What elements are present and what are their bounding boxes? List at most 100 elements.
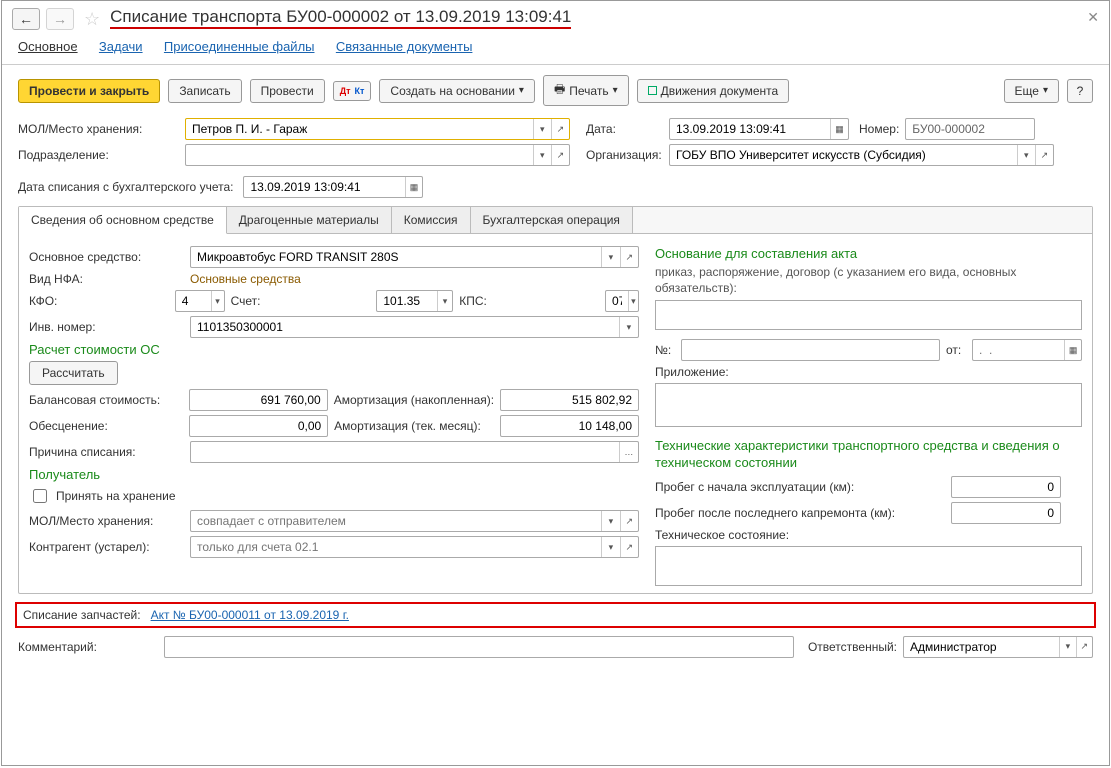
printer-icon: 🖶: [554, 80, 565, 101]
open-icon[interactable]: ↗: [1035, 145, 1053, 165]
dropdown-icon[interactable]: ▾: [619, 317, 638, 337]
nav-links-docs[interactable]: Связанные документы: [336, 39, 473, 54]
cost-calc-header: Расчет стоимости ОС: [29, 342, 639, 357]
mileage-start-input[interactable]: [952, 477, 1060, 497]
number-input[interactable]: [906, 119, 1034, 139]
inv-group: ▾: [190, 316, 639, 338]
dept-input[interactable]: [186, 145, 533, 165]
responsible-input[interactable]: [904, 637, 1059, 657]
open-icon[interactable]: ↗: [1076, 637, 1092, 657]
footer-row: Комментарий: Ответственный: ▾ ↗: [2, 634, 1109, 660]
open-icon[interactable]: ↗: [620, 537, 638, 557]
kps-input[interactable]: [606, 291, 628, 311]
nav-files[interactable]: Присоединенные файлы: [164, 39, 315, 54]
basis-num-input[interactable]: [682, 340, 939, 360]
back-button[interactable]: ←: [12, 8, 40, 30]
depreciation-input[interactable]: [190, 416, 327, 436]
balance-label: Балансовая стоимость:: [29, 393, 183, 407]
help-button[interactable]: ?: [1067, 79, 1093, 103]
create-based-on-button[interactable]: Создать на основании▾: [379, 79, 535, 103]
mileage-repair-input[interactable]: [952, 503, 1060, 523]
open-icon[interactable]: ↗: [620, 511, 638, 531]
dropdown-icon[interactable]: ▾: [601, 537, 619, 557]
reason-input[interactable]: [191, 442, 619, 462]
dropdown-icon[interactable]: ▾: [628, 291, 638, 311]
post-button[interactable]: Провести: [250, 79, 325, 103]
dropdown-icon[interactable]: ▾: [211, 291, 224, 311]
ellipsis-icon[interactable]: …: [619, 442, 638, 462]
amort-month-input[interactable]: [501, 416, 638, 436]
calendar-icon[interactable]: ▦: [405, 177, 423, 197]
dropdown-icon[interactable]: ▾: [1059, 637, 1075, 657]
chevron-down-icon: ▾: [1043, 85, 1048, 96]
number-label: Номер:: [859, 122, 899, 136]
more-button[interactable]: Еще▾: [1004, 79, 1059, 103]
debit-credit-button[interactable]: ДтКт: [333, 81, 372, 101]
number-input-group: [905, 118, 1035, 140]
inv-label: Инв. номер:: [29, 320, 184, 334]
print-button[interactable]: 🖶 Печать ▾: [543, 75, 629, 106]
comment-input[interactable]: [165, 637, 793, 657]
tab-commission[interactable]: Комиссия: [392, 207, 471, 233]
open-icon[interactable]: ↗: [551, 145, 569, 165]
attachment-textarea[interactable]: [655, 383, 1082, 427]
dropdown-icon[interactable]: ▾: [601, 247, 619, 267]
chevron-down-icon: ▾: [613, 85, 618, 96]
contractor-input[interactable]: [191, 537, 601, 557]
dropdown-icon[interactable]: ▾: [1017, 145, 1035, 165]
document-title: Списание транспорта БУ00-000002 от 13.09…: [110, 7, 571, 29]
close-icon[interactable]: ✕: [1087, 9, 1099, 26]
dropdown-icon[interactable]: ▾: [437, 291, 452, 311]
dropdown-icon[interactable]: ▾: [533, 119, 551, 139]
comment-label: Комментарий:: [18, 640, 158, 654]
accept-storage-label: Принять на хранение: [56, 489, 176, 503]
recipient-header: Получатель: [29, 467, 639, 482]
right-column: Основание для составления акта приказ, р…: [655, 242, 1082, 589]
open-icon[interactable]: ↗: [620, 247, 638, 267]
basis-date-input[interactable]: [973, 340, 1064, 360]
amort-month-label: Амортизация (тек. месяц):: [334, 419, 481, 433]
tech-state-textarea[interactable]: [655, 546, 1082, 586]
create-based-on-label: Создать на основании: [390, 84, 515, 98]
kfo-input[interactable]: [176, 291, 211, 311]
post-and-close-button[interactable]: Провести и закрыть: [18, 79, 160, 103]
nav-links: Основное Задачи Присоединенные файлы Свя…: [2, 37, 1109, 65]
calculate-button[interactable]: Рассчитать: [29, 361, 118, 385]
mol2-input[interactable]: [191, 511, 601, 531]
mol-label: МОЛ/Место хранения:: [18, 122, 179, 136]
date-input[interactable]: [670, 119, 830, 139]
print-label: Печать: [569, 84, 608, 98]
mol-input[interactable]: [186, 119, 533, 139]
calendar-icon[interactable]: ▦: [830, 119, 848, 139]
account-input[interactable]: [377, 291, 437, 311]
tab-precious[interactable]: Драгоценные материалы: [227, 207, 392, 233]
forward-button[interactable]: →: [46, 8, 74, 30]
movements-button[interactable]: Движения документа: [637, 79, 790, 103]
asset-input[interactable]: [191, 247, 601, 267]
tab-accounting[interactable]: Бухгалтерская операция: [471, 207, 633, 233]
row-mol: МОЛ/Место хранения: ▾ ↗ Дата: ▦ Номер:: [2, 116, 1109, 142]
nav-tasks[interactable]: Задачи: [99, 39, 143, 54]
favorite-star-icon[interactable]: ☆: [84, 9, 100, 30]
org-input[interactable]: [670, 145, 1017, 165]
writeoff-date-input[interactable]: [244, 177, 404, 197]
parts-act-link[interactable]: Акт № БУ00-000011 от 13.09.2019 г.: [151, 608, 349, 622]
open-icon[interactable]: ↗: [551, 119, 569, 139]
accept-storage-checkbox[interactable]: [33, 489, 47, 503]
calendar-icon[interactable]: ▦: [1064, 340, 1081, 360]
nav-main[interactable]: Основное: [18, 39, 78, 54]
amort-accum-label: Амортизация (накопленная):: [334, 393, 494, 407]
save-button[interactable]: Записать: [168, 79, 241, 103]
balance-input[interactable]: [190, 390, 327, 410]
date-label: Дата:: [586, 122, 663, 136]
tab-strip: Сведения об основном средстве Драгоценны…: [19, 207, 1092, 234]
basis-textarea[interactable]: [655, 300, 1082, 330]
inv-input[interactable]: [191, 317, 619, 337]
kfo-group: ▾: [175, 290, 225, 312]
amort-accum-input[interactable]: [501, 390, 638, 410]
tab-os-info[interactable]: Сведения об основном средстве: [19, 207, 227, 234]
dropdown-icon[interactable]: ▾: [533, 145, 551, 165]
tech-state-label: Техническое состояние:: [655, 528, 789, 542]
dropdown-icon[interactable]: ▾: [601, 511, 619, 531]
basis-header: Основание для составления акта: [655, 246, 1082, 261]
